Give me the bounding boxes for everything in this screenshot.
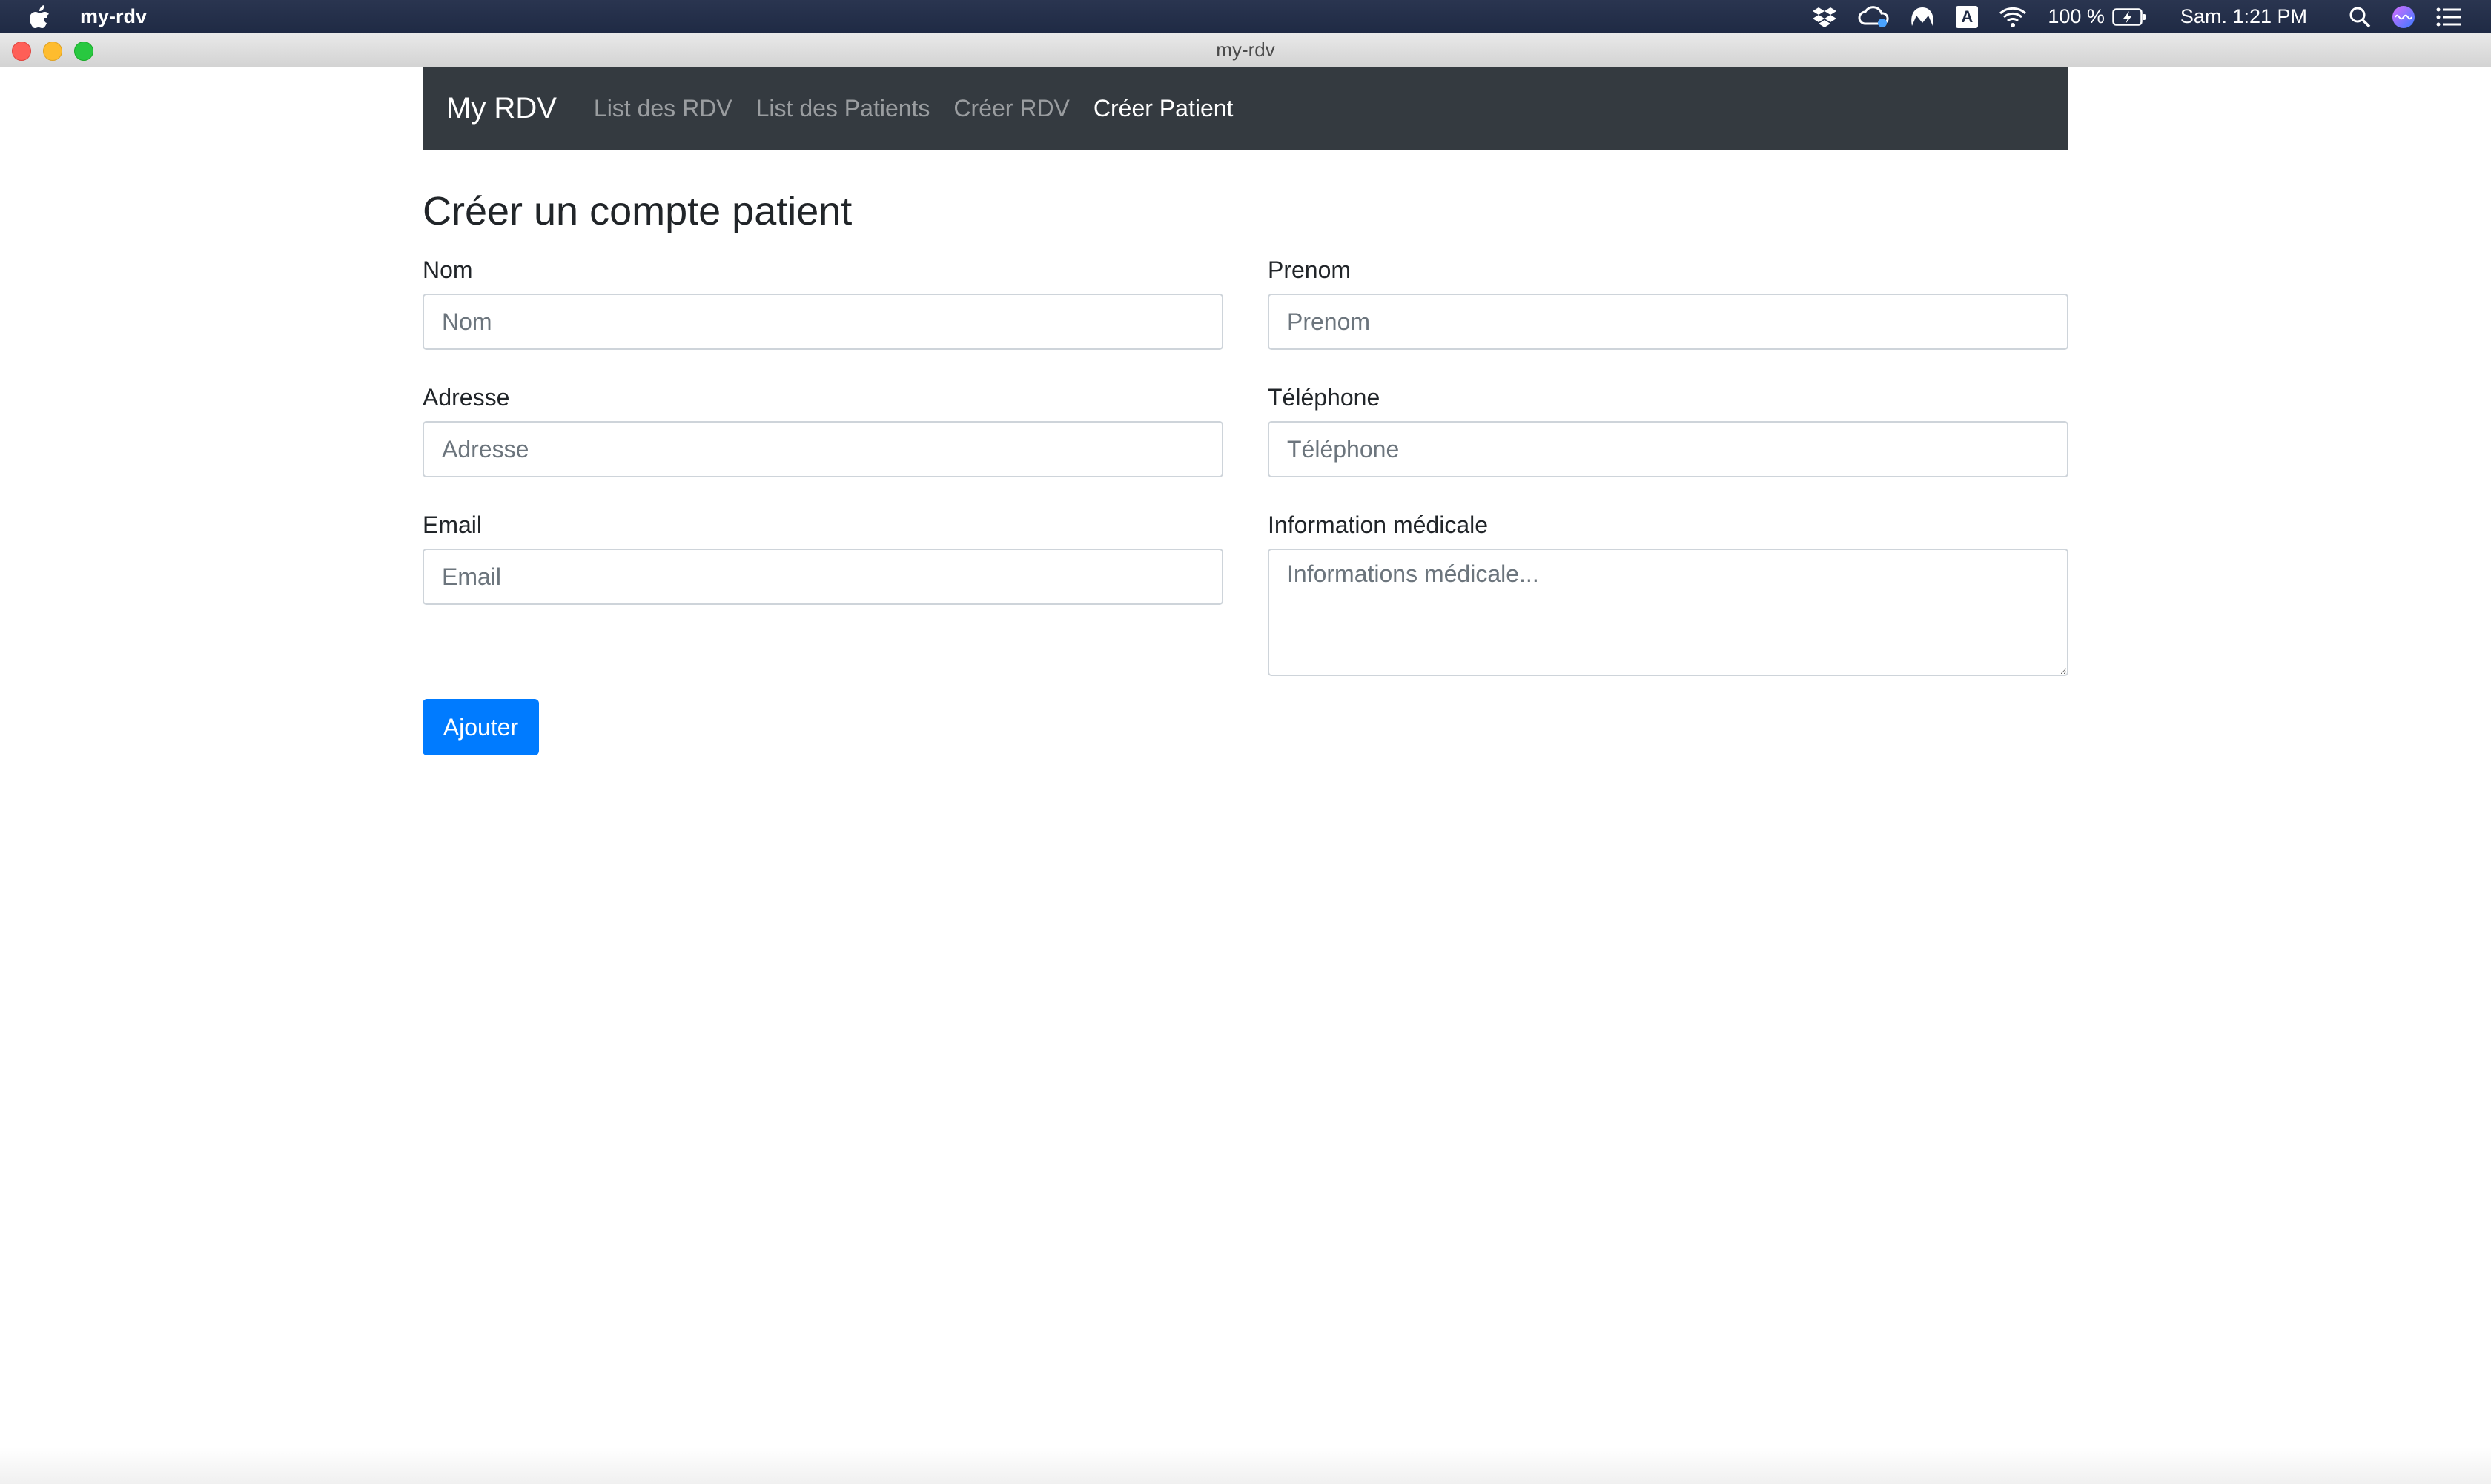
email-label: Email: [423, 511, 483, 538]
battery-icon[interactable]: [2112, 0, 2146, 33]
siri-icon[interactable]: [2392, 0, 2415, 33]
telephone-input[interactable]: [1268, 421, 2068, 477]
minimize-window-button[interactable]: [43, 42, 62, 61]
adresse-input[interactable]: [423, 421, 1223, 477]
notification-center-icon[interactable]: [2436, 0, 2461, 33]
nom-label: Nom: [423, 256, 473, 283]
close-window-button[interactable]: [12, 42, 31, 61]
input-source-icon[interactable]: A: [1956, 0, 1979, 33]
window-title-bar: my-rdv: [0, 33, 2491, 67]
top-navbar: My RDV List des RDV List des Patients Cr…: [423, 67, 2068, 150]
create-patient-form: Créer un compte patient Nom Adresse Emai…: [423, 185, 2068, 755]
window-title: my-rdv: [1216, 39, 1275, 61]
info-medicale-label: Information médicale: [1268, 511, 1489, 538]
wifi-icon[interactable]: [1999, 0, 2027, 33]
battery-percent: 100 %: [2048, 5, 2105, 27]
nav-link-list-rdv[interactable]: List des RDV: [594, 95, 732, 122]
page-content: My RDV List des RDV List des Patients Cr…: [0, 67, 2491, 1484]
window-bottom-edge: [0, 1447, 2491, 1484]
app-name[interactable]: my-rdv: [80, 5, 147, 28]
nav-link-creer-rdv[interactable]: Créer RDV: [953, 95, 1069, 122]
prenom-label: Prenom: [1268, 256, 1352, 283]
status-area: A 100 % Sam. 1:21 PM: [1812, 0, 2491, 33]
info-medicale-textarea[interactable]: [1268, 549, 2068, 676]
nav-link-list-patients[interactable]: List des Patients: [756, 95, 930, 122]
telephone-label: Téléphone: [1268, 384, 1380, 411]
malwarebytes-icon[interactable]: [1910, 0, 1935, 33]
creative-cloud-icon[interactable]: [1858, 0, 1889, 33]
navbar-brand[interactable]: My RDV: [446, 92, 557, 125]
apple-icon[interactable]: [30, 4, 52, 30]
maximize-window-button[interactable]: [74, 42, 93, 61]
macos-menu-bar: my-rdv A 100 % Sam. 1:21 PM: [0, 0, 2491, 33]
dropbox-icon[interactable]: [1812, 0, 1837, 33]
adresse-label: Adresse: [423, 384, 510, 411]
nom-input[interactable]: [423, 294, 1223, 350]
menu-clock[interactable]: Sam. 1:21 PM: [2180, 5, 2307, 28]
email-input[interactable]: [423, 549, 1223, 605]
spotlight-icon[interactable]: [2349, 0, 2371, 33]
ajouter-button[interactable]: Ajouter: [423, 699, 539, 755]
page-title: Créer un compte patient: [423, 189, 853, 233]
nav-link-creer-patient[interactable]: Créer Patient: [1094, 95, 1234, 122]
window-controls: [12, 42, 105, 61]
prenom-input[interactable]: [1268, 294, 2068, 350]
